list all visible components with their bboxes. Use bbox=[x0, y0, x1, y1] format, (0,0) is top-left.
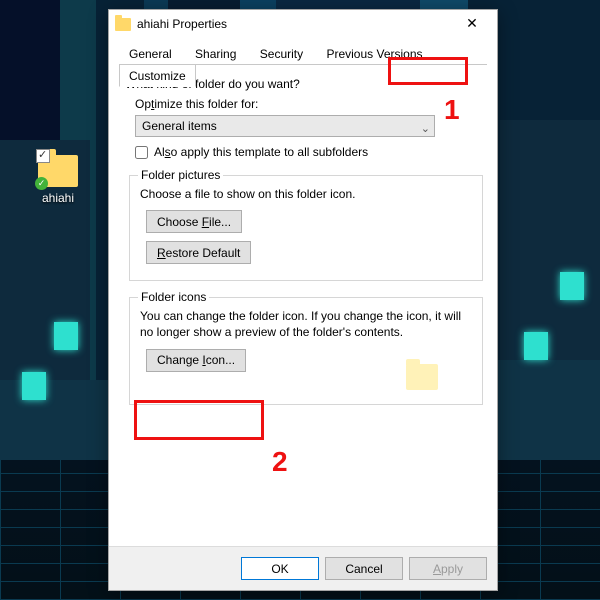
tab-sharing[interactable]: Sharing bbox=[185, 42, 246, 64]
annotation-number-2: 2 bbox=[272, 446, 288, 478]
also-apply-label: Also apply this template to all subfolde… bbox=[154, 145, 368, 159]
optimize-select[interactable]: General items ⌄ bbox=[135, 115, 435, 137]
tab-security[interactable]: Security bbox=[250, 42, 313, 64]
folder-pictures-group: Folder pictures Choose a file to show on… bbox=[129, 175, 483, 281]
optimize-label: Optimize this folder for: bbox=[135, 97, 483, 111]
cancel-button[interactable]: Cancel bbox=[325, 557, 403, 580]
folder-icon-preview bbox=[406, 364, 438, 390]
tab-general[interactable]: General bbox=[119, 42, 182, 64]
checkbox-overlay-icon bbox=[36, 149, 50, 163]
optimize-select-value: General items bbox=[142, 119, 217, 133]
chevron-down-icon: ⌄ bbox=[421, 119, 430, 139]
folder-pictures-legend: Folder pictures bbox=[138, 168, 223, 182]
folder-icons-legend: Folder icons bbox=[138, 290, 209, 304]
properties-dialog: ahiahi Properties ✕ General Sharing Secu… bbox=[108, 9, 498, 591]
restore-default-button[interactable]: Restore Default bbox=[146, 241, 251, 264]
folder-pictures-desc: Choose a file to show on this folder ico… bbox=[140, 186, 472, 202]
folder-icons-group: Folder icons You can change the folder i… bbox=[129, 297, 483, 404]
annotation-box-2 bbox=[134, 400, 264, 440]
dialog-footer: OK Cancel Apply bbox=[109, 546, 497, 590]
sync-overlay-icon: ✓ bbox=[35, 177, 48, 190]
also-apply-checkbox[interactable] bbox=[135, 146, 148, 159]
desktop-folder-ahiahi[interactable]: ✓ ahiahi bbox=[30, 155, 86, 205]
titlebar[interactable]: ahiahi Properties ✕ bbox=[109, 10, 497, 38]
close-button[interactable]: ✕ bbox=[453, 12, 491, 36]
tab-customize[interactable]: Customize bbox=[119, 64, 196, 87]
change-icon-button[interactable]: Change Icon... bbox=[146, 349, 246, 372]
window-title: ahiahi Properties bbox=[137, 17, 453, 31]
folder-icon: ✓ bbox=[38, 155, 78, 187]
ok-button[interactable]: OK bbox=[241, 557, 319, 580]
annotation-box-1 bbox=[388, 57, 468, 85]
folder-icons-desc: You can change the folder icon. If you c… bbox=[140, 308, 472, 340]
apply-button[interactable]: Apply bbox=[409, 557, 487, 580]
annotation-number-1: 1 bbox=[444, 94, 460, 126]
folder-icon bbox=[115, 18, 131, 31]
also-apply-row[interactable]: Also apply this template to all subfolde… bbox=[135, 145, 483, 159]
desktop-icon-label: ahiahi bbox=[30, 191, 86, 205]
choose-file-button[interactable]: Choose File... bbox=[146, 210, 242, 233]
